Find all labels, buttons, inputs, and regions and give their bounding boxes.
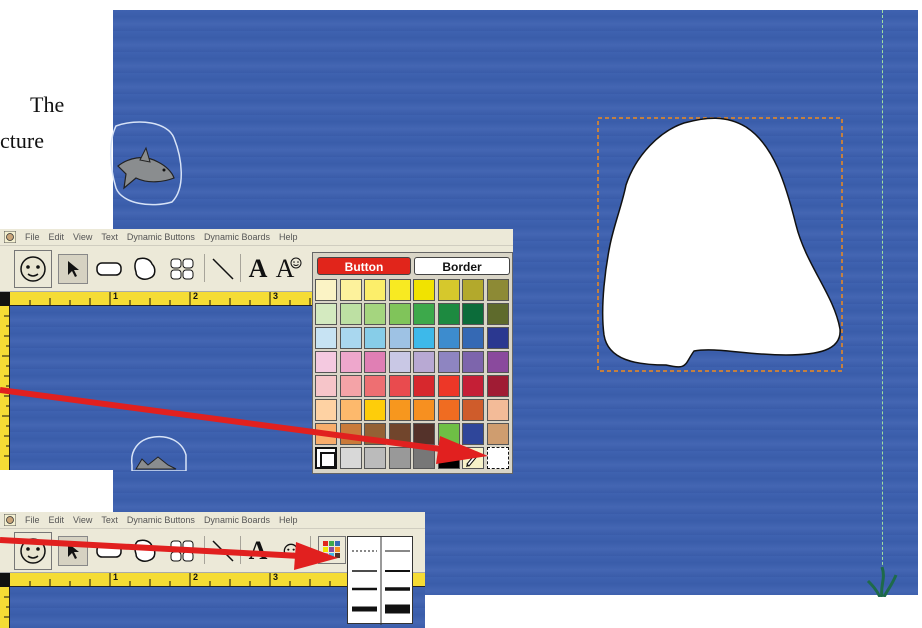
grid-cells-icon bbox=[170, 258, 194, 280]
ruler-number: 3 bbox=[273, 573, 279, 582]
color-swatch[interactable] bbox=[388, 351, 411, 373]
color-swatch[interactable] bbox=[364, 327, 386, 349]
annotation-arrow bbox=[0, 387, 488, 464]
arrow-pointer-icon bbox=[68, 261, 79, 277]
color-swatch[interactable] bbox=[339, 279, 362, 301]
color-swatch[interactable] bbox=[315, 303, 337, 325]
button-tool-button[interactable] bbox=[94, 254, 124, 284]
diagonal-line-icon bbox=[212, 258, 234, 280]
background-text-line-2: cture bbox=[0, 128, 44, 153]
menu-item-view[interactable]: View bbox=[73, 232, 92, 242]
menu-item-edit[interactable]: Edit bbox=[49, 232, 65, 242]
color-swatch[interactable] bbox=[315, 279, 337, 301]
color-swatch[interactable] bbox=[339, 351, 362, 373]
ruler-number: 2 bbox=[193, 573, 199, 582]
menu-item-dynamic-boards[interactable]: Dynamic Boards bbox=[204, 232, 270, 242]
color-swatch[interactable] bbox=[437, 303, 460, 325]
color-swatch[interactable] bbox=[437, 327, 460, 349]
text-tool-button[interactable]: A bbox=[243, 254, 273, 284]
ruler-number: 2 bbox=[193, 292, 199, 301]
color-swatch[interactable] bbox=[339, 327, 362, 349]
ruler-number: 3 bbox=[273, 292, 279, 301]
color-swatch[interactable] bbox=[462, 303, 484, 325]
color-swatch[interactable] bbox=[486, 279, 509, 301]
color-swatch[interactable] bbox=[437, 351, 460, 373]
color-swatch[interactable] bbox=[413, 327, 435, 349]
color-swatch[interactable] bbox=[413, 351, 435, 373]
color-swatch[interactable] bbox=[462, 327, 484, 349]
rounded-rectangle-icon bbox=[96, 262, 122, 276]
color-swatch[interactable] bbox=[364, 303, 386, 325]
vertical-guide-line bbox=[882, 10, 883, 595]
color-swatch[interactable] bbox=[364, 279, 386, 301]
line-style-panel bbox=[347, 536, 413, 625]
annotation-arrow bbox=[0, 537, 338, 570]
face-icon bbox=[20, 256, 46, 282]
toolbar-separator bbox=[240, 254, 241, 282]
button-color-tab[interactable]: Button bbox=[317, 257, 411, 275]
symbol-text-tool-button[interactable]: A bbox=[274, 254, 304, 284]
toolbar-separator bbox=[204, 254, 205, 282]
seaweed-icon bbox=[866, 566, 898, 597]
background-text-line-1: The bbox=[30, 92, 65, 117]
color-swatch[interactable] bbox=[315, 327, 337, 349]
color-swatch[interactable] bbox=[388, 303, 411, 325]
ruler-corner bbox=[0, 292, 10, 306]
color-swatch[interactable] bbox=[486, 351, 509, 373]
ruler-number: 1 bbox=[113, 292, 119, 301]
color-swatch[interactable] bbox=[486, 327, 509, 349]
freeform-button-tool[interactable] bbox=[130, 254, 160, 284]
app-logo-icon bbox=[4, 231, 16, 243]
smiley-icon bbox=[290, 257, 302, 269]
color-swatch[interactable] bbox=[413, 279, 435, 301]
border-color-tab[interactable]: Border bbox=[414, 257, 510, 275]
menu-item-file[interactable]: File bbox=[25, 232, 40, 242]
color-swatch[interactable] bbox=[486, 303, 509, 325]
menu-bar: File Edit View Text Dynamic Buttons Dyna… bbox=[0, 229, 513, 246]
shark-icon[interactable] bbox=[108, 118, 186, 206]
color-swatch[interactable] bbox=[388, 279, 411, 301]
freeform-shape-icon bbox=[134, 257, 156, 280]
blob-shape bbox=[601, 117, 841, 368]
menu-item-text[interactable]: Text bbox=[101, 232, 118, 242]
group-tool-button[interactable] bbox=[167, 254, 197, 284]
blob-shape-selection[interactable] bbox=[596, 115, 846, 375]
symbol-finder-button[interactable] bbox=[14, 250, 52, 288]
color-swatch[interactable] bbox=[413, 303, 435, 325]
ruler-corner bbox=[0, 573, 10, 587]
vertical-ruler bbox=[0, 587, 10, 628]
ruler-number: 1 bbox=[113, 573, 119, 582]
menu-item-help[interactable]: Help bbox=[279, 232, 298, 242]
color-swatch[interactable] bbox=[364, 351, 386, 373]
color-swatch[interactable] bbox=[462, 279, 484, 301]
line-tool-button[interactable] bbox=[208, 254, 238, 284]
color-swatch[interactable] bbox=[388, 327, 411, 349]
text-tool-label: A bbox=[248, 254, 268, 283]
color-swatch[interactable] bbox=[462, 351, 484, 373]
color-swatch[interactable] bbox=[437, 279, 460, 301]
color-swatch[interactable] bbox=[339, 303, 362, 325]
pointer-tool-button[interactable] bbox=[58, 254, 88, 284]
menu-item-dynamic-buttons[interactable]: Dynamic Buttons bbox=[127, 232, 195, 242]
color-swatch[interactable] bbox=[315, 351, 337, 373]
